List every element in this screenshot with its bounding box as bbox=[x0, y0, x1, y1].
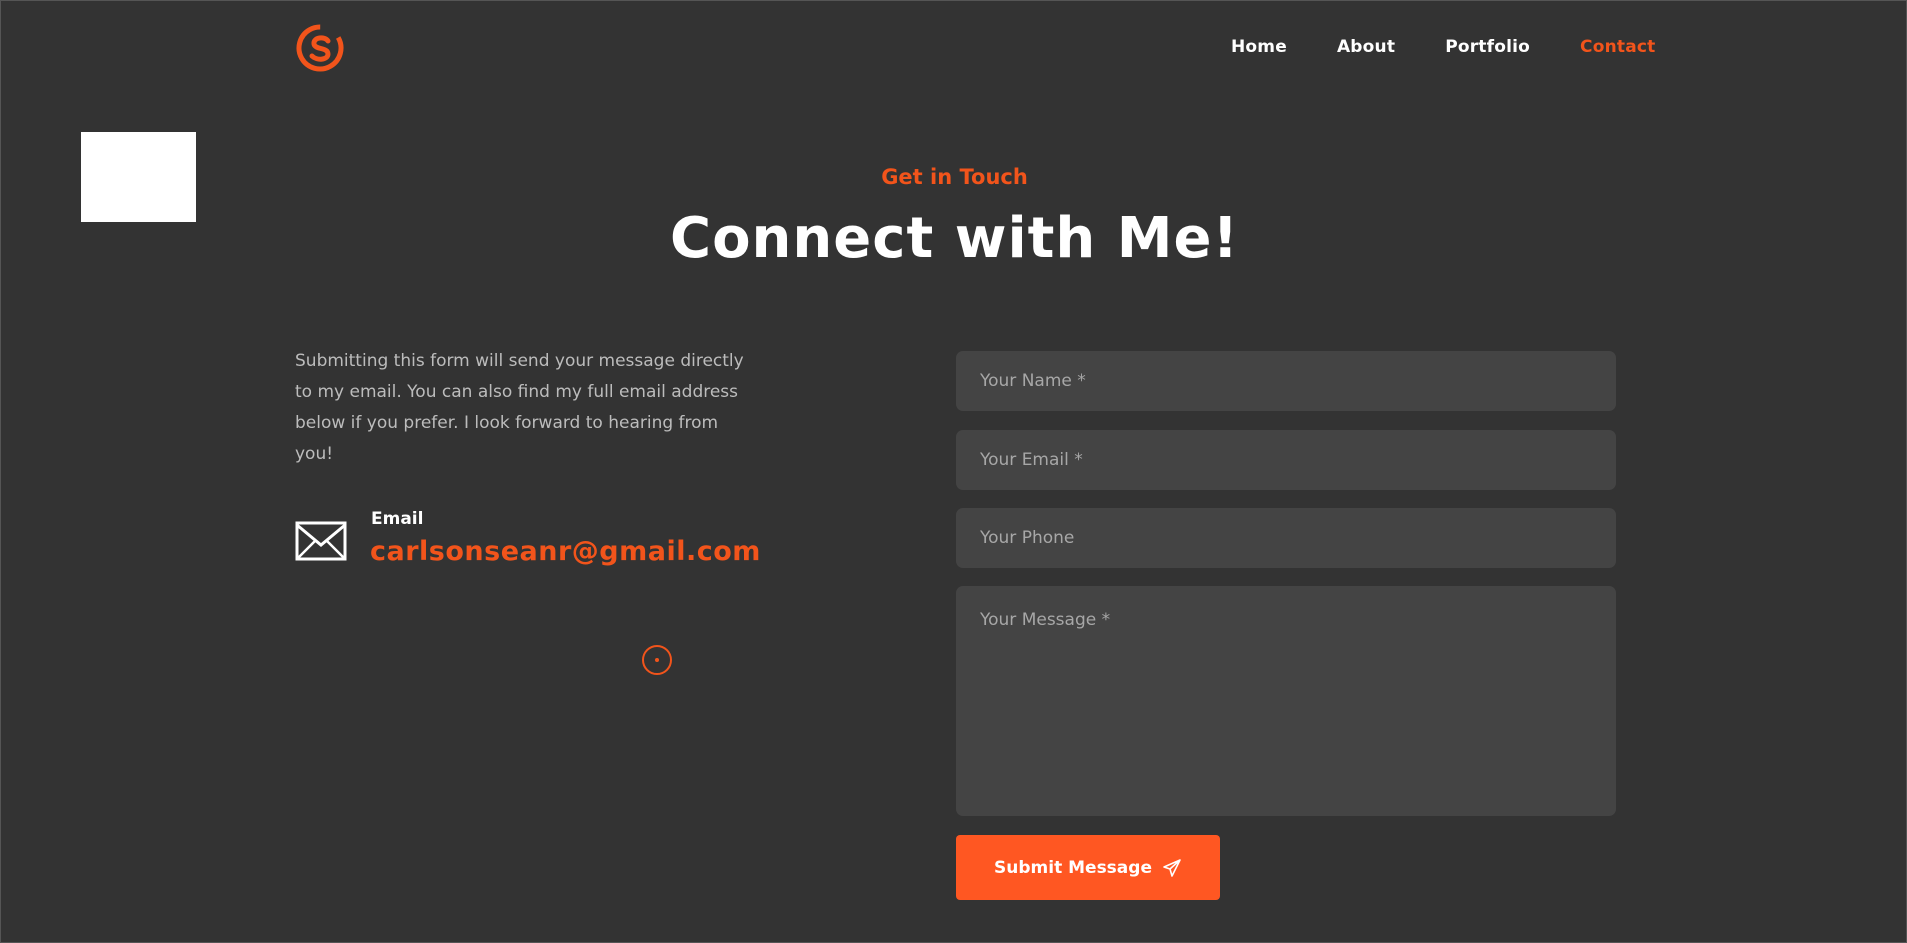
nav-about[interactable]: About bbox=[1337, 37, 1395, 57]
contact-intro-text: Submitting this form will send your mess… bbox=[295, 351, 744, 464]
submit-label: Submit Message bbox=[994, 857, 1152, 878]
phone-field[interactable] bbox=[956, 508, 1616, 568]
nav-home[interactable]: Home bbox=[1231, 37, 1287, 57]
nav-portfolio[interactable]: Portfolio bbox=[1445, 37, 1530, 57]
paper-plane-icon bbox=[1163, 858, 1181, 877]
envelope-icon bbox=[295, 521, 347, 561]
submit-button[interactable]: Submit Message bbox=[956, 835, 1220, 900]
message-field[interactable] bbox=[956, 586, 1616, 816]
email-label: Email bbox=[371, 509, 424, 529]
section-eyebrow: Get in Touch bbox=[881, 165, 1028, 189]
email-link[interactable]: carlsonseanr@gmail.com bbox=[370, 536, 761, 567]
nav-contact[interactable]: Contact bbox=[1580, 37, 1655, 57]
name-field[interactable] bbox=[956, 351, 1616, 411]
logo-icon[interactable] bbox=[295, 23, 345, 73]
main-nav: Home About Portfolio Contact bbox=[1231, 37, 1656, 57]
page-title: Connect with Me! bbox=[669, 206, 1240, 271]
email-field[interactable] bbox=[956, 430, 1616, 490]
cursor-ring-icon bbox=[642, 645, 672, 675]
